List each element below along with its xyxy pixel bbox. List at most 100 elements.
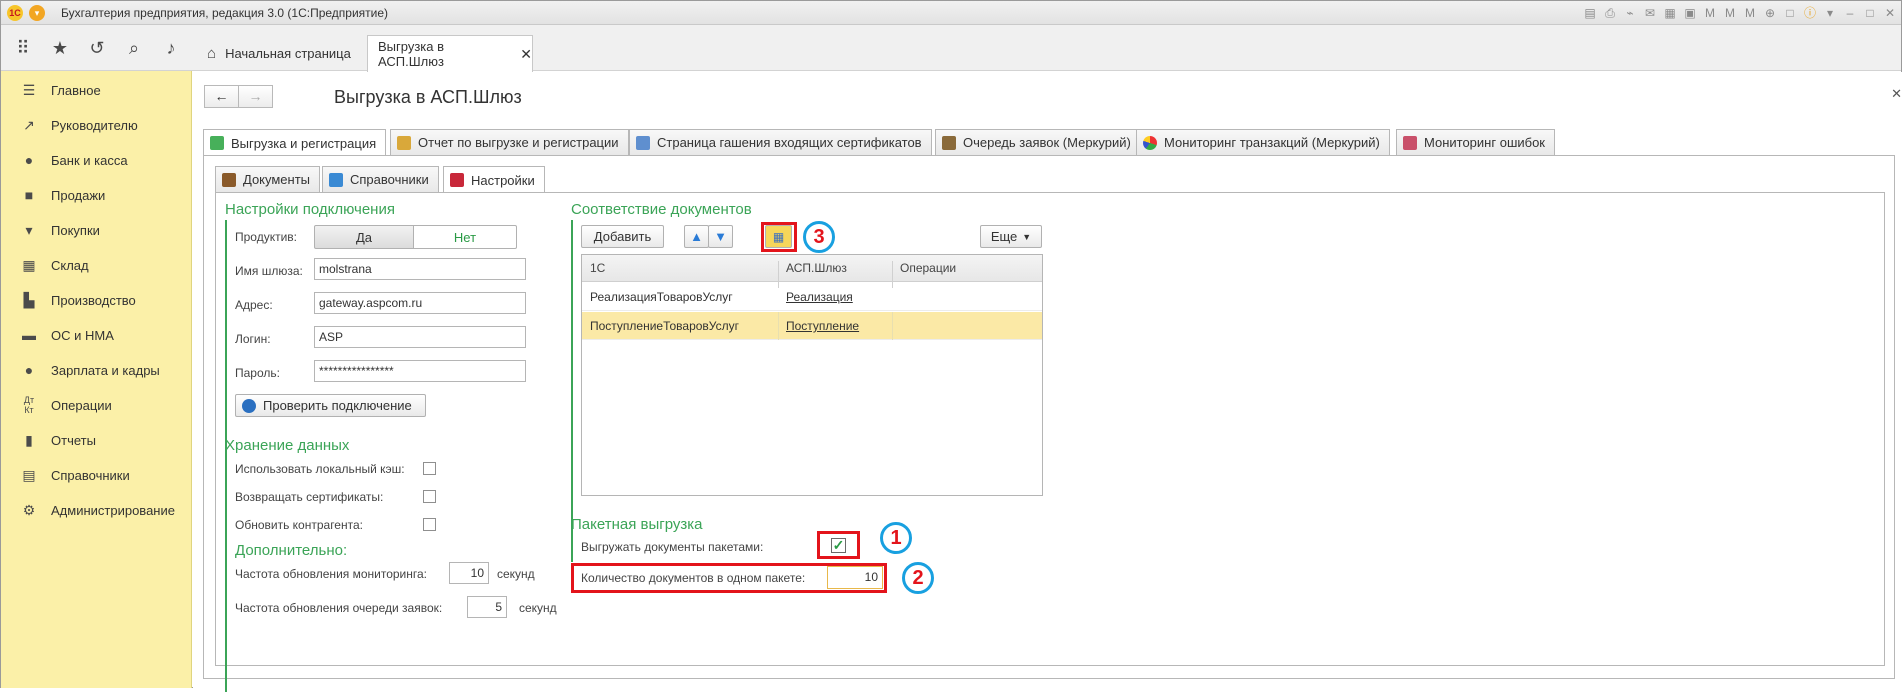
- tab-export-report[interactable]: Отчет по выгрузке и регистрации: [390, 129, 629, 155]
- sidebar-item-main[interactable]: ☰ Главное: [1, 77, 192, 103]
- return-certs-checkbox[interactable]: [423, 490, 436, 503]
- sidebar-item-sales[interactable]: ■ Продажи: [1, 182, 192, 208]
- column-header-operations[interactable]: Операции: [900, 261, 956, 275]
- monitor-freq-input[interactable]: 10: [449, 562, 489, 584]
- tab-directories[interactable]: Справочники: [322, 166, 439, 192]
- forward-button[interactable]: →: [238, 85, 273, 108]
- dropdown-icon[interactable]: ▾: [1823, 6, 1837, 20]
- cell-1c: РеализацияТоваровУслуг: [590, 290, 733, 304]
- m-plus-icon[interactable]: M: [1723, 6, 1737, 20]
- gateway-label: Имя шлюза:: [235, 264, 303, 278]
- info-icon[interactable]: ⓘ: [1803, 6, 1817, 20]
- tab-error-monitor[interactable]: Мониторинг ошибок: [1396, 129, 1555, 155]
- cart-icon: ▾: [25, 221, 33, 238]
- move-up-button[interactable]: ▲: [684, 225, 709, 248]
- batch-count-input[interactable]: 10: [827, 566, 883, 589]
- main-menu-icon[interactable]: ▾: [29, 5, 45, 21]
- batch-group-title: Пакетная выгрузка: [571, 516, 703, 533]
- column-header-1c[interactable]: 1С: [590, 261, 605, 275]
- step-marker-2: 2: [902, 562, 934, 594]
- cell-asp-link[interactable]: Поступление: [786, 319, 859, 333]
- sidebar-item-bank[interactable]: ● Банк и касса: [1, 147, 192, 173]
- print-icon[interactable]: ⎙: [1603, 6, 1617, 20]
- table-row[interactable]: РеализацияТоваровУслуг Реализация: [582, 283, 1042, 311]
- m-icon[interactable]: M: [1703, 6, 1717, 20]
- factory-icon: ▙: [23, 291, 35, 308]
- sidebar-item-manager[interactable]: ↗ Руководителю: [1, 112, 192, 138]
- cell-asp-link[interactable]: Реализация: [786, 290, 853, 304]
- address-label: Адрес:: [235, 298, 273, 312]
- sidebar-item-label: Банк и касса: [51, 152, 128, 168]
- history-icon[interactable]: ↺: [87, 38, 107, 58]
- move-down-button[interactable]: ▼: [708, 225, 733, 248]
- docs-match-table[interactable]: 1С АСП.Шлюз Операции РеализацияТоваровУс…: [581, 254, 1043, 496]
- sidebar-item-assets[interactable]: ▬ ОС и НМА: [1, 322, 192, 348]
- pie-chart-icon: [1143, 135, 1157, 150]
- monitor-freq-unit: секунд: [497, 567, 535, 581]
- local-cache-label: Использовать локальный кэш:: [235, 462, 405, 476]
- table-row-selected[interactable]: ПоступлениеТоваровУслуг Поступление: [582, 312, 1042, 340]
- maximize-icon[interactable]: □: [1863, 6, 1877, 20]
- sidebar-item-directories[interactable]: ▤ Справочники: [1, 462, 192, 488]
- column-header-asp[interactable]: АСП.Шлюз: [786, 261, 847, 275]
- password-label: Пароль:: [235, 366, 280, 380]
- tab-request-queue[interactable]: Очередь заявок (Меркурий): [935, 129, 1141, 155]
- close-icon[interactable]: ✕: [1883, 6, 1897, 20]
- tab-label: Настройки: [471, 172, 535, 188]
- back-button[interactable]: ←: [204, 85, 239, 108]
- tab-current-form[interactable]: Выгрузка в АСП.Шлюз ✕: [367, 35, 533, 72]
- highlight-box-1: [817, 531, 860, 559]
- bell-icon[interactable]: ♪: [161, 38, 181, 58]
- sidebar-item-salary[interactable]: ● Зарплата и кадры: [1, 357, 192, 383]
- tab-export-registration[interactable]: Выгрузка и регистрация: [203, 129, 387, 156]
- sidebar-item-admin[interactable]: ⚙ Администрирование: [1, 497, 192, 523]
- more-button[interactable]: Еще ▼: [980, 225, 1042, 248]
- sidebar-item-reports[interactable]: ▮ Отчеты: [1, 427, 192, 453]
- fullscreen-icon[interactable]: □: [1783, 6, 1797, 20]
- queue-freq-input[interactable]: 5: [467, 596, 507, 618]
- trend-icon: ↗: [23, 116, 35, 133]
- productive-yes-button[interactable]: Да: [314, 225, 414, 249]
- tab-settings[interactable]: Настройки: [443, 166, 545, 193]
- mail-icon[interactable]: ✉: [1643, 6, 1657, 20]
- export-icon: [210, 136, 224, 150]
- local-cache-checkbox[interactable]: [423, 462, 436, 475]
- menu-lines-icon: ☰: [22, 81, 36, 98]
- search-icon[interactable]: ⌕: [124, 38, 144, 58]
- zoom-icon[interactable]: ⊕: [1763, 6, 1777, 20]
- gateway-input[interactable]: molstrana: [314, 258, 526, 280]
- m-minus-icon[interactable]: M: [1743, 6, 1757, 20]
- calculator-icon[interactable]: ▦: [1663, 6, 1677, 20]
- add-button[interactable]: Добавить: [581, 225, 664, 248]
- tab-label: Очередь заявок (Меркурий): [963, 135, 1131, 150]
- link-icon[interactable]: ⌁: [1623, 6, 1637, 20]
- tab-certificate-page[interactable]: Страница гашения входящих сертификатов: [629, 129, 932, 155]
- sidebar-item-production[interactable]: ▙ Производство: [1, 287, 192, 313]
- apps-grid-icon[interactable]: ⠿: [13, 38, 33, 58]
- tab-close-icon[interactable]: ✕: [520, 46, 532, 63]
- save-icon[interactable]: ▤: [1583, 6, 1597, 20]
- sidebar-item-purchases[interactable]: ▾ Покупки: [1, 217, 192, 243]
- tab-home-page[interactable]: ⌂ Начальная страница: [199, 35, 363, 71]
- update-contractor-checkbox[interactable]: [423, 518, 436, 531]
- login-input[interactable]: ASP: [314, 326, 526, 348]
- favorites-star-icon[interactable]: ★: [50, 38, 70, 58]
- highlight-box-3: [761, 222, 797, 252]
- tab-label: Отчет по выгрузке и регистрации: [418, 135, 619, 150]
- address-input[interactable]: gateway.aspcom.ru: [314, 292, 526, 314]
- gear-icon: ⚙: [22, 501, 36, 518]
- password-input[interactable]: ****************: [314, 360, 526, 382]
- form-close-icon[interactable]: ✕: [1891, 86, 1902, 102]
- sidebar-item-operations[interactable]: Дт Кт Операции: [1, 392, 192, 418]
- productive-no-button[interactable]: Нет: [413, 225, 517, 249]
- check-connection-button[interactable]: Проверить подключение: [235, 394, 426, 417]
- tab-documents[interactable]: Документы: [215, 166, 321, 192]
- sidebar-item-warehouse[interactable]: ▦ Склад: [1, 252, 192, 278]
- report-icon: [397, 135, 411, 150]
- calendar-icon[interactable]: ▣: [1683, 6, 1697, 20]
- sidebar-item-label: Справочники: [51, 467, 130, 483]
- minimize-icon[interactable]: –: [1843, 6, 1857, 20]
- tab-transaction-monitor[interactable]: Мониторинг транзакций (Меркурий): [1136, 129, 1390, 155]
- sidebar-item-label: Покупки: [51, 222, 100, 238]
- briefcase-icon: [222, 172, 236, 187]
